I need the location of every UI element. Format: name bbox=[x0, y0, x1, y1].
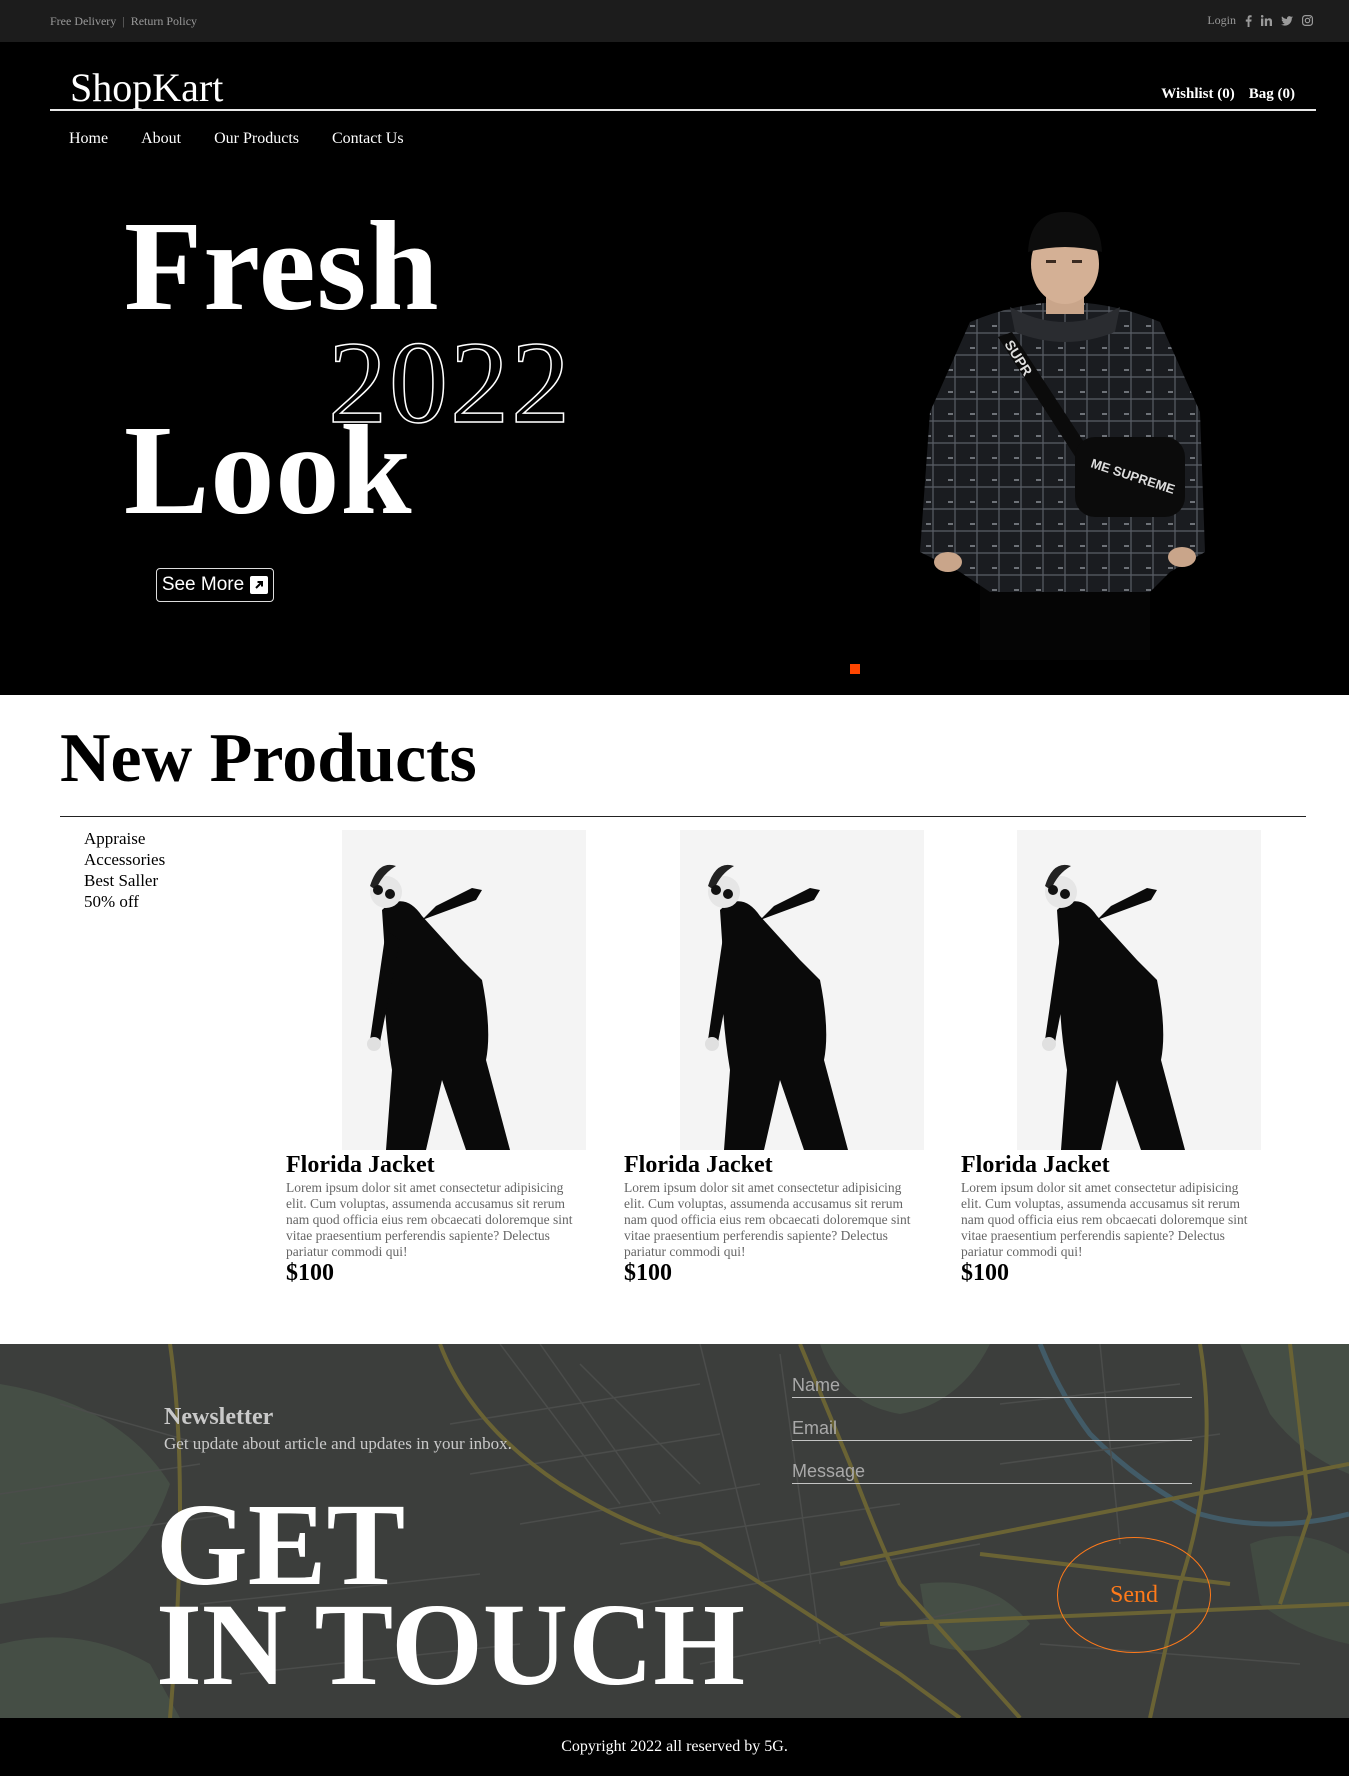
main-nav: Home About Our Products Contact Us bbox=[69, 130, 404, 148]
product-description: Lorem ipsum dolor sit amet consectetur a… bbox=[624, 1180, 911, 1259]
product-image[interactable] bbox=[286, 830, 586, 1150]
email-field[interactable] bbox=[792, 1417, 1192, 1441]
facebook-icon[interactable] bbox=[1245, 14, 1252, 27]
nav-home[interactable]: Home bbox=[69, 130, 108, 148]
slider-indicator-active[interactable] bbox=[850, 664, 860, 674]
product-name[interactable]: Florida Jacket bbox=[624, 1152, 773, 1179]
top-bar-right: Login bbox=[1207, 13, 1313, 28]
message-field[interactable] bbox=[792, 1460, 1192, 1484]
hero-model-image: SUPR ME SUPREME bbox=[920, 212, 1205, 660]
category-50-off[interactable]: 50% off bbox=[84, 891, 165, 912]
top-bar-left: Free Delivery | Return Policy bbox=[50, 14, 197, 29]
new-products-divider bbox=[60, 816, 1306, 817]
login-link[interactable]: Login bbox=[1207, 13, 1236, 28]
category-accessories[interactable]: Accessories bbox=[84, 849, 165, 870]
return-policy-link[interactable]: Return Policy bbox=[131, 14, 197, 28]
send-label: Send bbox=[1110, 1581, 1158, 1608]
header-divider bbox=[50, 109, 1316, 111]
see-more-label: See More bbox=[161, 574, 245, 595]
product-image[interactable] bbox=[624, 830, 924, 1150]
free-delivery-link[interactable]: Free Delivery bbox=[50, 14, 116, 28]
nav-contact-us[interactable]: Contact Us bbox=[332, 130, 404, 148]
product-price: $100 bbox=[961, 1260, 1009, 1286]
hero-headline-look: Look bbox=[124, 399, 413, 541]
arrow-up-right-icon bbox=[250, 576, 269, 594]
new-products-title: New Products bbox=[60, 720, 477, 797]
header-links: Wishlist (0) Bag (0) bbox=[1161, 86, 1295, 103]
product-description: Lorem ipsum dolor sit amet consectetur a… bbox=[286, 1180, 573, 1259]
category-best-saller[interactable]: Best Saller bbox=[84, 870, 165, 891]
product-image[interactable] bbox=[961, 830, 1261, 1150]
newsletter-title: Newsletter bbox=[164, 1404, 274, 1430]
see-more-button[interactable]: See More bbox=[156, 568, 274, 602]
category-appraise[interactable]: Appraise bbox=[84, 828, 165, 849]
product-description: Lorem ipsum dolor sit amet consectetur a… bbox=[961, 1180, 1248, 1259]
product-price: $100 bbox=[624, 1260, 672, 1286]
newsletter-subtitle: Get update about article and updates in … bbox=[164, 1434, 512, 1453]
product-name[interactable]: Florida Jacket bbox=[961, 1152, 1110, 1179]
copyright-text: Copyright 2022 all reserved by 5G. bbox=[561, 1738, 788, 1755]
get-in-touch-line2: IN TOUCH bbox=[156, 1579, 746, 1710]
top-bar: Free Delivery | Return Policy Login bbox=[0, 0, 1349, 42]
twitter-icon[interactable] bbox=[1281, 15, 1293, 26]
wishlist-link[interactable]: Wishlist (0) bbox=[1161, 86, 1234, 103]
divider: | bbox=[122, 14, 125, 28]
site-logo[interactable]: ShopKart bbox=[70, 64, 223, 111]
bag-link[interactable]: Bag (0) bbox=[1249, 86, 1295, 103]
send-button[interactable]: Send bbox=[1057, 1537, 1211, 1653]
nav-our-products[interactable]: Our Products bbox=[214, 130, 299, 148]
product-name[interactable]: Florida Jacket bbox=[286, 1152, 435, 1179]
instagram-icon[interactable] bbox=[1302, 15, 1313, 26]
footer: Copyright 2022 all reserved by 5G. bbox=[0, 1718, 1349, 1776]
linkedin-icon[interactable] bbox=[1261, 15, 1272, 26]
product-price: $100 bbox=[286, 1260, 334, 1286]
nav-about[interactable]: About bbox=[141, 130, 181, 148]
name-field[interactable] bbox=[792, 1374, 1192, 1398]
contact-section: Newsletter Get update about article and … bbox=[0, 1344, 1349, 1718]
category-list: Appraise Accessories Best Saller 50% off bbox=[84, 828, 165, 912]
hero-section: ShopKart Wishlist (0) Bag (0) Home About… bbox=[0, 42, 1349, 695]
hero-headline-fresh: Fresh bbox=[124, 195, 440, 337]
